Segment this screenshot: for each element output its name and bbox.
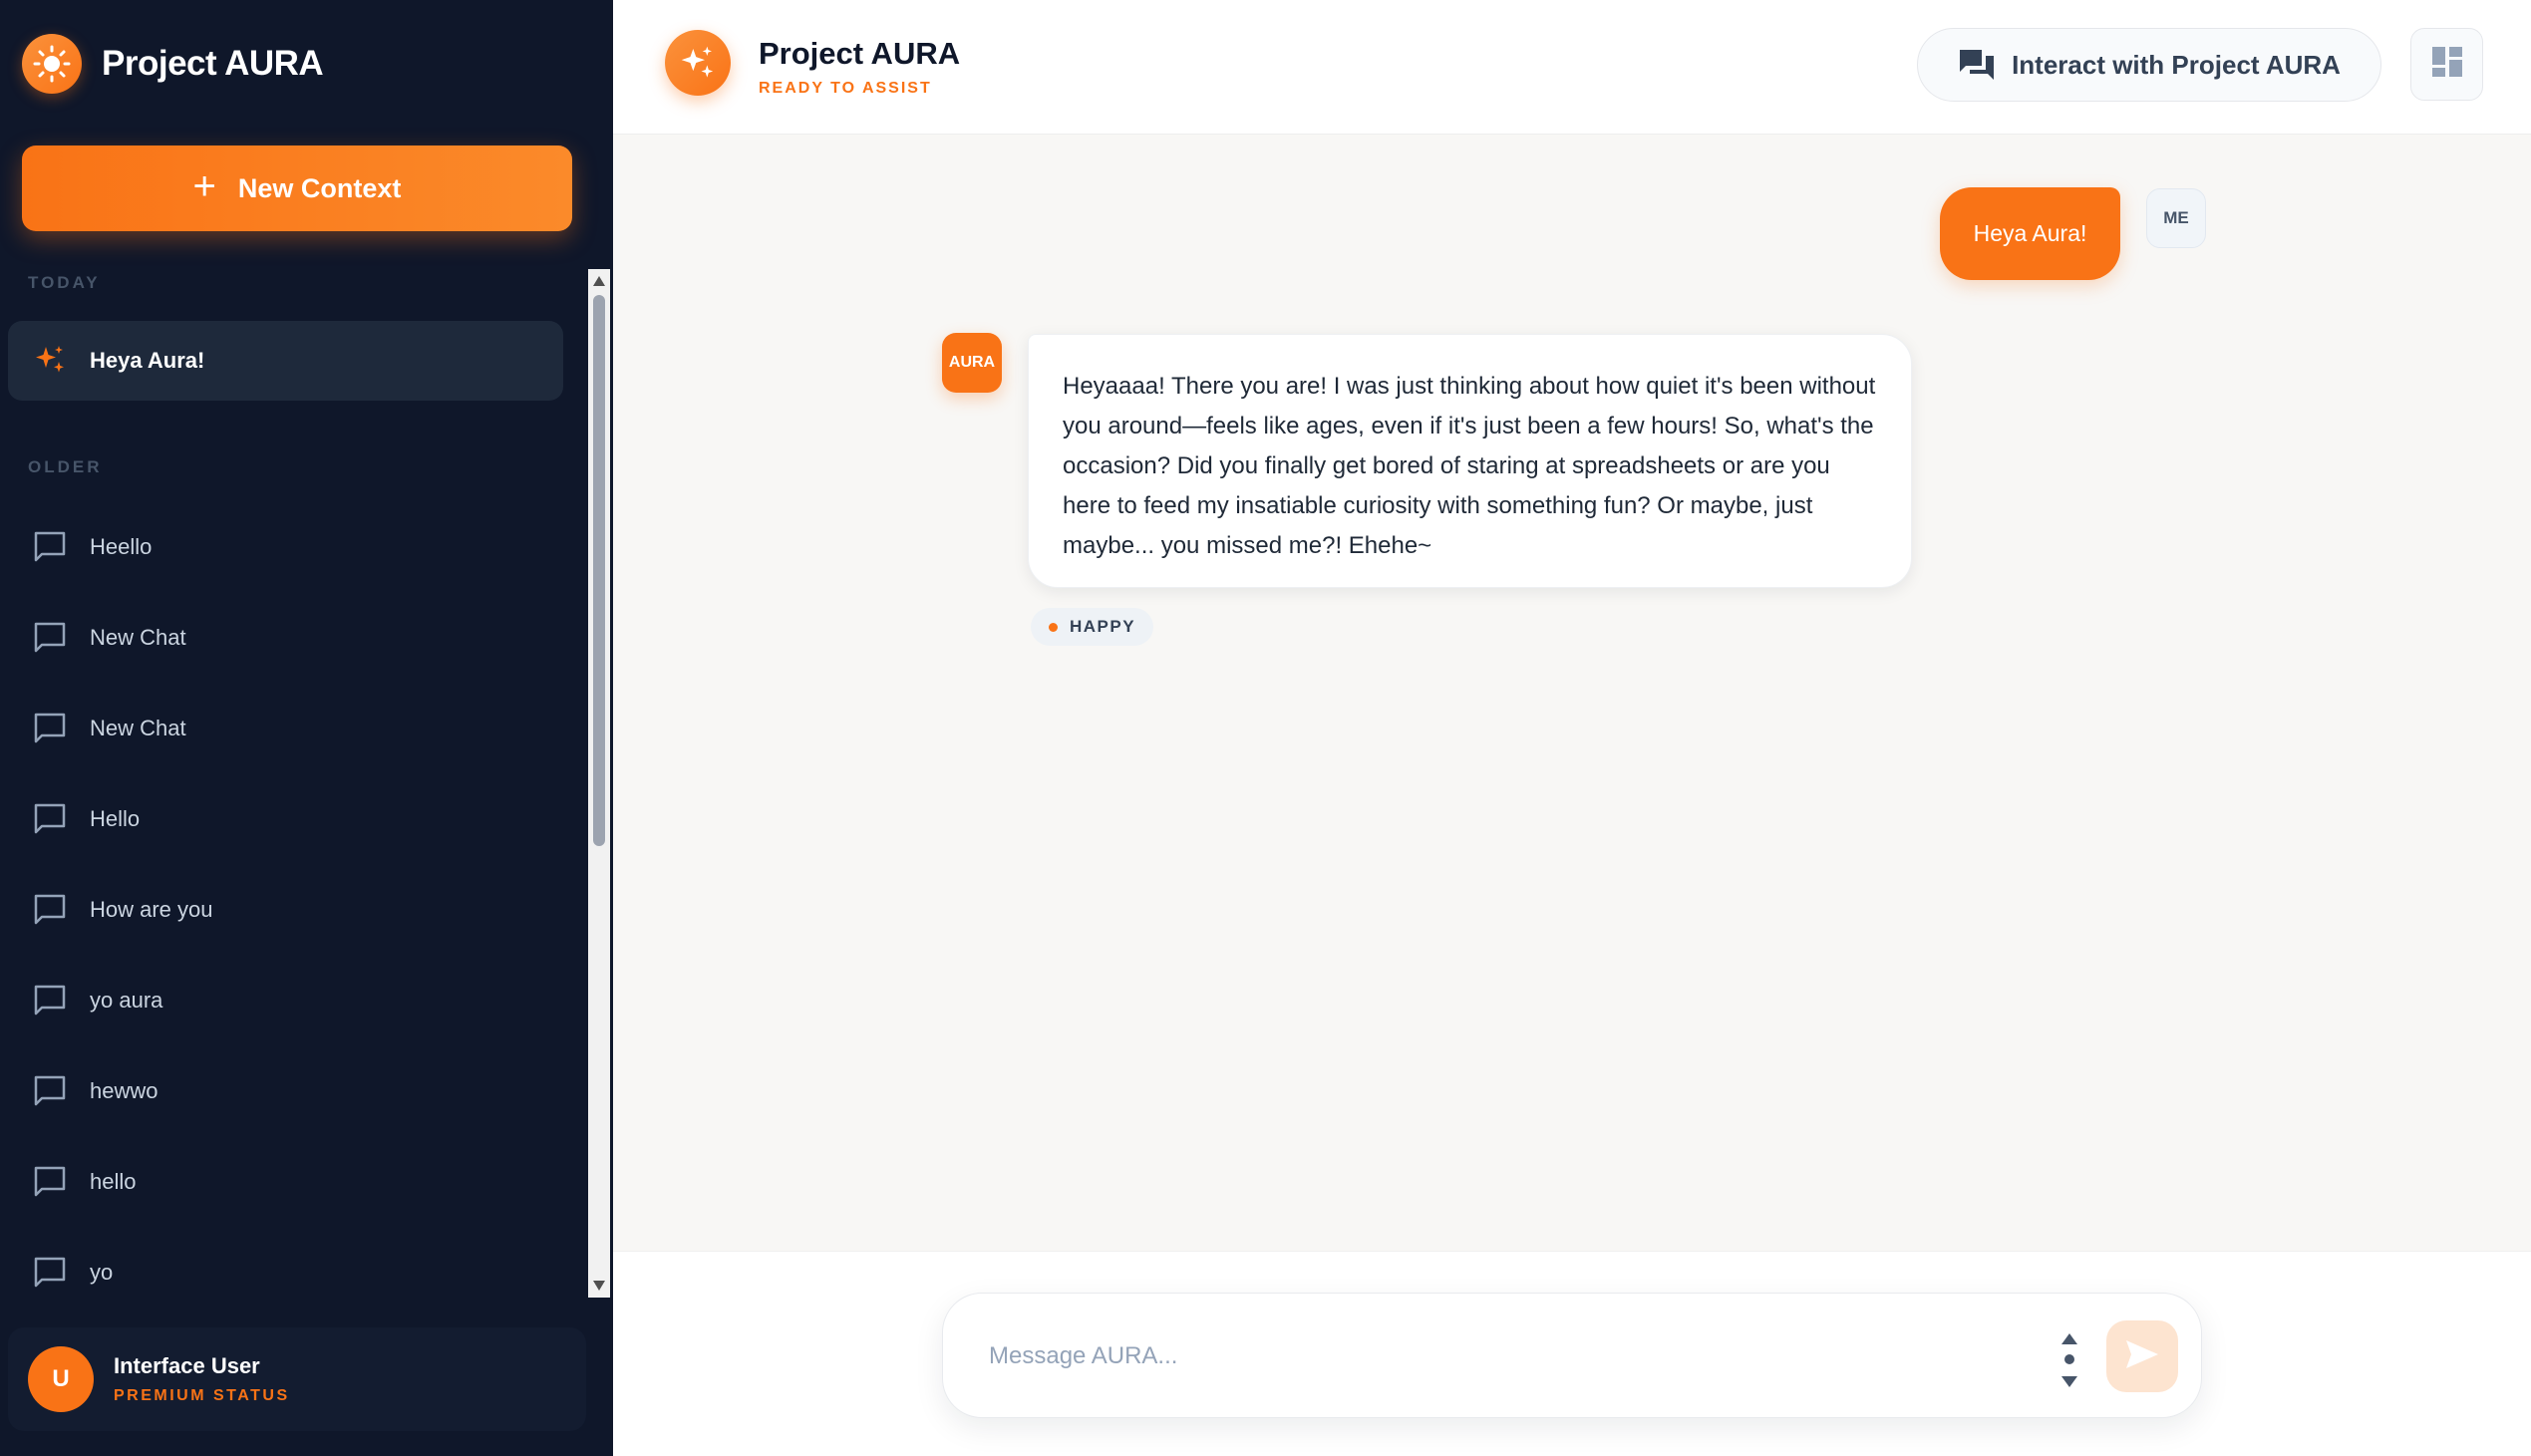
chat-item-label: New Chat (90, 625, 186, 650)
stepper-up-icon[interactable] (2061, 1333, 2077, 1344)
interact-label: Interact with Project AURA (2012, 49, 2341, 80)
scroll-up-arrow-icon[interactable] (593, 276, 605, 286)
chat-item-label: yo aura (90, 988, 163, 1013)
scrollbar-thumb[interactable] (593, 295, 605, 846)
chat-item-older[interactable]: New Chat (8, 689, 563, 768)
dashboard-layout-button[interactable] (2410, 28, 2483, 101)
scroll-down-arrow-icon[interactable] (593, 1281, 605, 1291)
chat-bubble-icon (32, 1073, 68, 1109)
chat-header: Project AURA READY TO ASSIST Interact wi… (613, 0, 2531, 135)
chat-item-older[interactable]: Heello (8, 507, 563, 587)
chat-item-label: yo (90, 1260, 114, 1285)
section-label-today: TODAY (28, 273, 101, 292)
new-context-label: New Context (237, 172, 402, 203)
chat-item-label: New Chat (90, 716, 186, 740)
user-name: Interface User (114, 1353, 260, 1378)
mood-label: HAPPY (1070, 617, 1136, 636)
chat-item-label: Hello (90, 806, 141, 831)
chat-bubble-icon (32, 1164, 68, 1200)
forum-icon (1958, 48, 1996, 82)
chat-item-older[interactable]: How are you (8, 870, 563, 950)
chat-item-older[interactable]: yo (8, 1233, 563, 1312)
mood-dot-icon (1049, 622, 1058, 632)
sidebar: Project AURA + New Context TODAY Heya Au… (0, 0, 613, 1456)
chat-item-older[interactable]: New Chat (8, 598, 563, 678)
chat-item-older[interactable]: Hello (8, 779, 563, 859)
new-context-button[interactable]: + New Context (22, 146, 572, 231)
brand-title: Project AURA (102, 44, 324, 83)
send-icon (2124, 1338, 2160, 1375)
sparkles-logo-icon (665, 30, 731, 96)
chat-item-older[interactable]: yo aura (8, 961, 563, 1040)
assistant-avatar: AURA (942, 333, 1002, 393)
brand: Project AURA (22, 34, 324, 94)
assistant-message-bubble: Heyaaaa! There you are! I was just think… (1028, 334, 1912, 588)
sun-logo-icon (22, 34, 82, 94)
chat-item-label: hello (90, 1169, 137, 1194)
resize-stepper[interactable] (2059, 1333, 2079, 1387)
mood-badge: HAPPY (1031, 608, 1154, 646)
message-input[interactable] (989, 1328, 1986, 1384)
composer-area (613, 1251, 2531, 1456)
user-message-avatar: ME (2146, 188, 2206, 248)
send-button[interactable] (2106, 1320, 2178, 1392)
chat-item-label: Heya Aura! (90, 348, 205, 373)
interact-button[interactable]: Interact with Project AURA (1917, 28, 2381, 102)
chat-item-older[interactable]: hewwo (8, 1051, 563, 1131)
stepper-dot-icon (2064, 1354, 2074, 1364)
sparkles-icon (32, 343, 68, 379)
chat-item-heya-aura[interactable]: Heya Aura! (8, 321, 563, 401)
chat-bubble-icon (32, 711, 68, 746)
user-status: PREMIUM STATUS (114, 1387, 290, 1404)
chat-bubble-icon (32, 1255, 68, 1291)
chat-item-label: hewwo (90, 1078, 158, 1103)
dashboard-icon (2431, 46, 2463, 83)
chat-item-older[interactable]: hello (8, 1142, 563, 1222)
user-profile-card[interactable]: U Interface User PREMIUM STATUS (8, 1327, 586, 1431)
user-avatar: U (28, 1346, 94, 1412)
header-title: Project AURA (759, 36, 961, 71)
chat-bubble-icon (32, 983, 68, 1019)
chat-bubble-icon (32, 620, 68, 656)
sidebar-scrollbar[interactable] (588, 269, 610, 1298)
chat-item-label: Heello (90, 534, 153, 559)
plus-icon: + (192, 164, 216, 208)
stepper-down-icon[interactable] (2061, 1376, 2077, 1387)
header-status: READY TO ASSIST (759, 80, 932, 97)
chat-bubble-icon (32, 892, 68, 928)
user-message-bubble: Heya Aura! (1940, 187, 2120, 280)
section-label-older: OLDER (28, 457, 103, 476)
chat-bubble-icon (32, 801, 68, 837)
chat-item-label: How are you (90, 897, 213, 922)
message-composer (942, 1293, 2202, 1418)
chat-bubble-icon (32, 529, 68, 565)
